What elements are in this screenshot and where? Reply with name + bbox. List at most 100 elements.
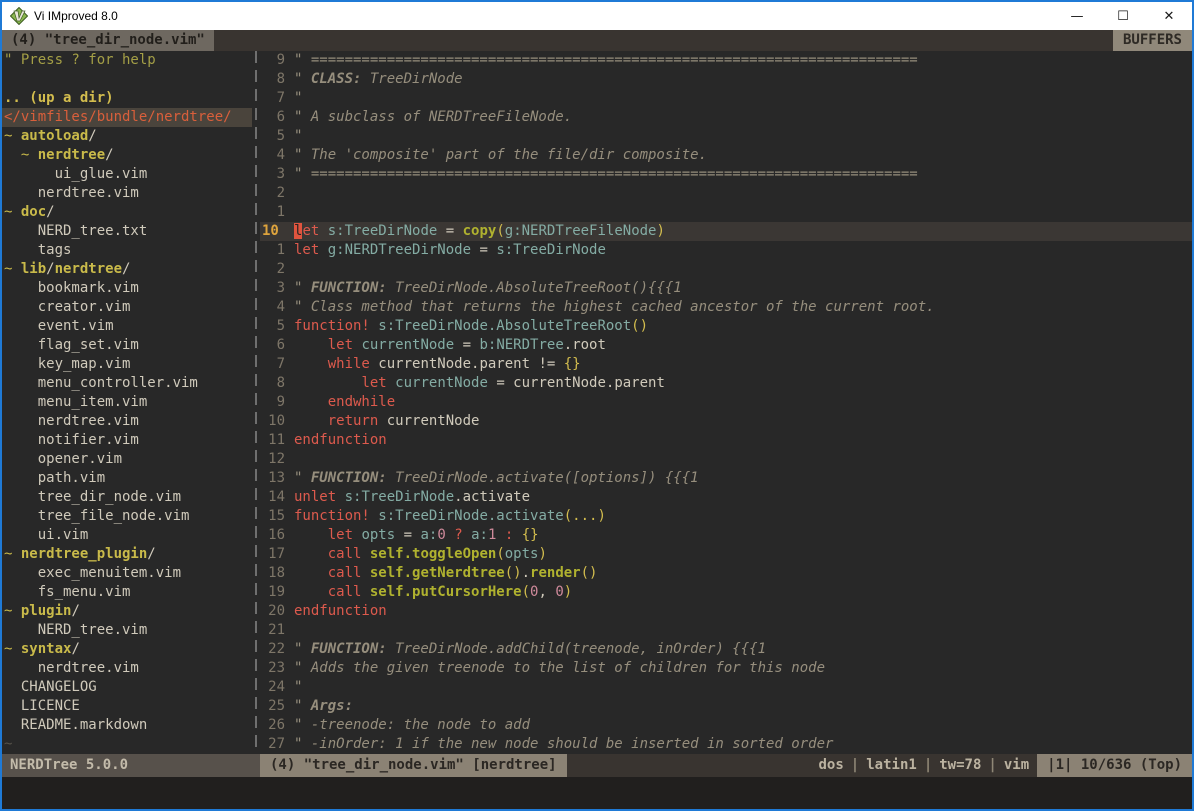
statusline-item: tw=78	[939, 757, 981, 773]
tree-file[interactable]: LICENCE	[4, 697, 252, 716]
line-number: 18	[260, 564, 294, 583]
tree-root[interactable]: </vimfiles/bundle/nerdtree/	[2, 108, 252, 127]
tree-file[interactable]: menu_controller.vim	[4, 374, 252, 393]
tree-nontext-tilde: ~	[4, 735, 252, 754]
line-number: 1	[260, 203, 294, 222]
tree-file[interactable]: NERD_tree.vim	[4, 621, 252, 640]
code-line[interactable]: 24"	[260, 678, 1192, 697]
code-line[interactable]: 10 return currentNode	[260, 412, 1192, 431]
code-line[interactable]: 17 call self.toggleOpen(opts)	[260, 545, 1192, 564]
code-line[interactable]: 7 while currentNode.parent != {}	[260, 355, 1192, 374]
code-line[interactable]: 11endfunction	[260, 431, 1192, 450]
tree-file[interactable]: opener.vim	[4, 450, 252, 469]
code-line[interactable]: 6 let currentNode = b:NERDTree.root	[260, 336, 1192, 355]
buffers-label: BUFFERS	[1113, 30, 1192, 51]
code-line[interactable]: 8 let currentNode = currentNode.parent	[260, 374, 1192, 393]
tree-file[interactable]: path.vim	[4, 469, 252, 488]
tree-file[interactable]: creator.vim	[4, 298, 252, 317]
code-line[interactable]: 8" CLASS: TreeDirNode	[260, 70, 1192, 89]
code-line[interactable]: 19 call self.putCursorHere(0, 0)	[260, 583, 1192, 602]
tree-file[interactable]: ui_glue.vim	[4, 165, 252, 184]
code-line[interactable]: 7"	[260, 89, 1192, 108]
tree-file[interactable]: bookmark.vim	[4, 279, 252, 298]
tree-dir-autoload[interactable]: ~ autoload/	[4, 127, 252, 146]
code-line[interactable]: 5function! s:TreeDirNode.AbsoluteTreeRoo…	[260, 317, 1192, 336]
statusline-item: dos	[819, 757, 844, 773]
tree-file[interactable]: exec_menuitem.vim	[4, 564, 252, 583]
window-split-separator[interactable]	[252, 51, 260, 754]
tree-file[interactable]: fs_menu.vim	[4, 583, 252, 602]
line-number: 5	[260, 317, 294, 336]
line-number: 23	[260, 659, 294, 678]
nerdtree-statusline: NERDTree 5.0.0	[2, 754, 260, 777]
tree-file[interactable]: nerdtree.vim	[4, 184, 252, 203]
code-line[interactable]: 1let g:NERDTreeDirNode = s:TreeDirNode	[260, 241, 1192, 260]
tab-tree-dir-node[interactable]: (4) "tree_dir_node.vim"	[2, 30, 214, 51]
tree-dir-lib-nerdtree[interactable]: ~ lib/nerdtree/	[4, 260, 252, 279]
code-line[interactable]: 9" =====================================…	[260, 51, 1192, 70]
code-line[interactable]: 18 call self.getNerdtree().render()	[260, 564, 1192, 583]
code-line[interactable]: 4" Class method that returns the highest…	[260, 298, 1192, 317]
code-line[interactable]: 21	[260, 621, 1192, 640]
code-line[interactable]: 2	[260, 260, 1192, 279]
tree-file[interactable]: nerdtree.vim	[4, 412, 252, 431]
line-number: 2	[260, 260, 294, 279]
line-number: 8	[260, 70, 294, 89]
window-title: Vi IMproved 8.0	[34, 9, 118, 23]
code-line[interactable]: 5"	[260, 127, 1192, 146]
code-line[interactable]: 9 endwhile	[260, 393, 1192, 412]
code-line[interactable]: 27" -inOrder: 1 if the new node should b…	[260, 735, 1192, 754]
code-line-current[interactable]: 10let s:TreeDirNode = copy(g:NERDTreeFil…	[260, 222, 1192, 241]
code-line[interactable]: 13" FUNCTION: TreeDirNode.activate([opti…	[260, 469, 1192, 488]
code-line[interactable]: 4" The 'composite' part of the file/dir …	[260, 146, 1192, 165]
nerdtree-pane[interactable]: " Press ? for help.. (up a dir)</vimfile…	[2, 51, 252, 754]
code-line[interactable]: 12	[260, 450, 1192, 469]
line-number: 4	[260, 146, 294, 165]
maximize-button[interactable]: ☐	[1100, 2, 1146, 30]
tree-dir-doc[interactable]: ~ doc/	[4, 203, 252, 222]
tree-file[interactable]: tree_dir_node.vim	[4, 488, 252, 507]
minimize-button[interactable]: —	[1054, 2, 1100, 30]
tree-file[interactable]: flag_set.vim	[4, 336, 252, 355]
code-line[interactable]: 15function! s:TreeDirNode.activate(...)	[260, 507, 1192, 526]
window-controls: — ☐ ✕	[1054, 2, 1192, 30]
code-line[interactable]: 3" =====================================…	[260, 165, 1192, 184]
statusline-filename: (4) "tree_dir_node.vim" [nerdtree]	[260, 754, 567, 777]
code-line[interactable]: 20endfunction	[260, 602, 1192, 621]
tree-dir-plugin[interactable]: ~ plugin/	[4, 602, 252, 621]
line-number: 4	[260, 298, 294, 317]
tree-dir-nerdtree_plugin[interactable]: ~ nerdtree_plugin/	[4, 545, 252, 564]
tree-file[interactable]: key_map.vim	[4, 355, 252, 374]
tree-file[interactable]: nerdtree.vim	[4, 659, 252, 678]
code-line[interactable]: 2	[260, 184, 1192, 203]
line-number: 7	[260, 355, 294, 374]
tree-file[interactable]: menu_item.vim	[4, 393, 252, 412]
code-line[interactable]: 1	[260, 203, 1192, 222]
tree-dir-syntax[interactable]: ~ syntax/	[4, 640, 252, 659]
tree-file[interactable]: notifier.vim	[4, 431, 252, 450]
tree-file[interactable]: CHANGELOG	[4, 678, 252, 697]
code-line[interactable]: 23" Adds the given treenode to the list …	[260, 659, 1192, 678]
line-number: 17	[260, 545, 294, 564]
code-line[interactable]: 26" -treenode: the node to add	[260, 716, 1192, 735]
editor-pane[interactable]: 9" =====================================…	[260, 51, 1192, 754]
close-button[interactable]: ✕	[1146, 2, 1192, 30]
code-line[interactable]: 14unlet s:TreeDirNode.activate	[260, 488, 1192, 507]
tree-up-dir[interactable]: .. (up a dir)	[4, 89, 252, 108]
tree-file[interactable]: NERD_tree.txt	[4, 222, 252, 241]
code-line[interactable]: 25" Args:	[260, 697, 1192, 716]
line-number: 25	[260, 697, 294, 716]
tree-file[interactable]: README.markdown	[4, 716, 252, 735]
code-line[interactable]: 16 let opts = a:0 ? a:1 : {}	[260, 526, 1192, 545]
tree-file[interactable]: ui.vim	[4, 526, 252, 545]
line-number: 14	[260, 488, 294, 507]
code-line[interactable]: 22" FUNCTION: TreeDirNode.addChild(treen…	[260, 640, 1192, 659]
tree-file[interactable]: tree_file_node.vim	[4, 507, 252, 526]
titlebar: Vi IMproved 8.0 — ☐ ✕	[2, 2, 1192, 30]
line-number: 9	[260, 393, 294, 412]
tree-dir-autoload-nerdtree[interactable]: ~ nerdtree/	[4, 146, 252, 165]
tree-file[interactable]: tags	[4, 241, 252, 260]
code-line[interactable]: 6" A subclass of NERDTreeFileNode.	[260, 108, 1192, 127]
code-line[interactable]: 3" FUNCTION: TreeDirNode.AbsoluteTreeRoo…	[260, 279, 1192, 298]
tree-file[interactable]: event.vim	[4, 317, 252, 336]
